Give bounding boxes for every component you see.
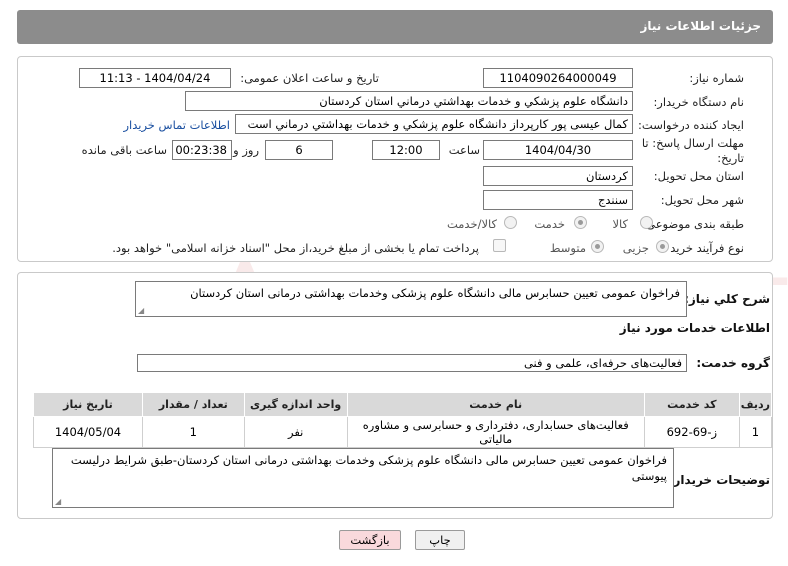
process-radio-minor[interactable]	[656, 240, 669, 253]
table-row: 1 ز-69-692 فعالیت‌های حسابداری، دفترداری…	[33, 416, 773, 448]
deadline-label-line1: مهلت ارسال پاسخ: تا	[641, 136, 744, 150]
announce-label: تاریخ و ساعت اعلان عمومی:	[240, 71, 379, 85]
buyer-notes-label: توضیحات خریدار:	[668, 473, 770, 487]
service-group-field: فعالیت‌های حرفه‌ای، علمی و فنی	[137, 354, 687, 372]
service-group-label: گروه خدمت:	[696, 356, 770, 370]
city-label: شهر محل تحویل:	[660, 193, 744, 207]
resize-grip-icon[interactable]: ◢	[55, 498, 61, 506]
process-option-medium: متوسط	[549, 241, 586, 255]
col-service-code: کد خدمت	[643, 392, 740, 417]
cell-service-code: ز-69-692	[643, 416, 740, 448]
buyer-org-label: نام دستگاه خریدار:	[653, 95, 744, 109]
services-section-title: اطلاعات خدمات مورد نیاز	[619, 321, 770, 335]
remaining-days-field: 6	[265, 140, 333, 160]
col-row-number: ردیف	[738, 392, 773, 417]
province-label: استان محل تحویل:	[653, 169, 744, 183]
page-title: جزئیات اطلاعات نیاز	[640, 19, 761, 33]
category-option-service: خدمت	[534, 217, 565, 231]
buyer-notes-text: فراخوان عمومی تعیین حسابرس مالی دانشگاه …	[70, 453, 667, 483]
process-radio-medium[interactable]	[591, 240, 604, 253]
services-table-header: ردیف کد خدمت نام خدمت واحد اندازه گیری ت…	[33, 392, 773, 417]
cell-need-date: 1404/05/04	[33, 416, 143, 448]
province-field: کردستان	[483, 166, 633, 186]
need-number-label: شماره نیاز:	[689, 71, 744, 85]
deadline-time-field: 12:00	[372, 140, 440, 160]
col-service-name: نام خدمت	[346, 392, 645, 417]
city-field: سنندج	[483, 190, 633, 210]
resize-grip-icon[interactable]: ◢	[138, 307, 144, 315]
creator-field: کمال عیسی پور کارپرداز دانشگاه علوم پزشک…	[235, 114, 633, 134]
category-label: طبقه بندی موضوعی:	[642, 217, 744, 231]
category-radio-goods-service[interactable]	[504, 216, 517, 229]
cell-row-number: 1	[738, 416, 773, 448]
deadline-date-field: 1404/04/30	[483, 140, 633, 160]
announce-field: 1404/04/24 - 11:13	[79, 68, 231, 88]
back-button[interactable]: بازگشت	[339, 530, 401, 550]
treasury-payment-note: پرداخت تمام یا بخشی از مبلغ خرید،از محل …	[112, 241, 479, 255]
category-radio-goods[interactable]	[640, 216, 653, 229]
cell-unit: نفر	[243, 416, 348, 448]
summary-text: فراخوان عمومی تعیین حسابرس مالی دانشگاه …	[190, 286, 680, 300]
process-label: نوع فرآیند خرید :	[662, 241, 744, 255]
category-option-goods: کالا	[612, 217, 628, 231]
cell-service-name: فعالیت‌های حسابداری، دفترداری و حسابرسی …	[346, 416, 645, 448]
page-header: جزئیات اطلاعات نیاز	[17, 10, 773, 44]
creator-label: ایجاد کننده درخواست:	[638, 118, 744, 132]
remaining-time-field: 00:23:38	[172, 140, 232, 160]
remaining-label: ساعت باقی مانده	[81, 143, 167, 157]
services-table: ردیف کد خدمت نام خدمت واحد اندازه گیری ت…	[33, 392, 773, 448]
print-button[interactable]: چاپ	[415, 530, 465, 550]
summary-textarea: فراخوان عمومی تعیین حسابرس مالی دانشگاه …	[135, 281, 687, 317]
process-option-minor: جزیی	[622, 241, 649, 255]
category-option-goods-service: کالا/خدمت	[446, 217, 497, 231]
treasury-payment-checkbox[interactable]	[493, 239, 506, 252]
col-need-date: تاریخ نیاز	[33, 392, 143, 417]
deadline-time-label: ساعت	[448, 143, 480, 157]
summary-label: شرح کلي نياز:	[684, 292, 770, 306]
need-number-field: 1104090264000049	[483, 68, 633, 88]
col-quantity: تعداد / مقدار	[141, 392, 245, 417]
days-label: روز و	[233, 143, 259, 157]
deadline-label-line2: تاریخ:	[717, 151, 744, 165]
cell-quantity: 1	[141, 416, 245, 448]
buyer-notes-textarea: فراخوان عمومی تعیین حسابرس مالی دانشگاه …	[52, 448, 674, 508]
buyer-org-field: دانشگاه علوم پزشکي و خدمات بهداشتي درمان…	[185, 91, 633, 111]
col-unit: واحد اندازه گیری	[243, 392, 348, 417]
category-radio-service[interactable]	[574, 216, 587, 229]
deadline-label: مهلت ارسال پاسخ: تا تاریخ:	[642, 136, 744, 166]
contact-buyer-link[interactable]: اطلاعات تماس خریدار	[123, 118, 230, 132]
